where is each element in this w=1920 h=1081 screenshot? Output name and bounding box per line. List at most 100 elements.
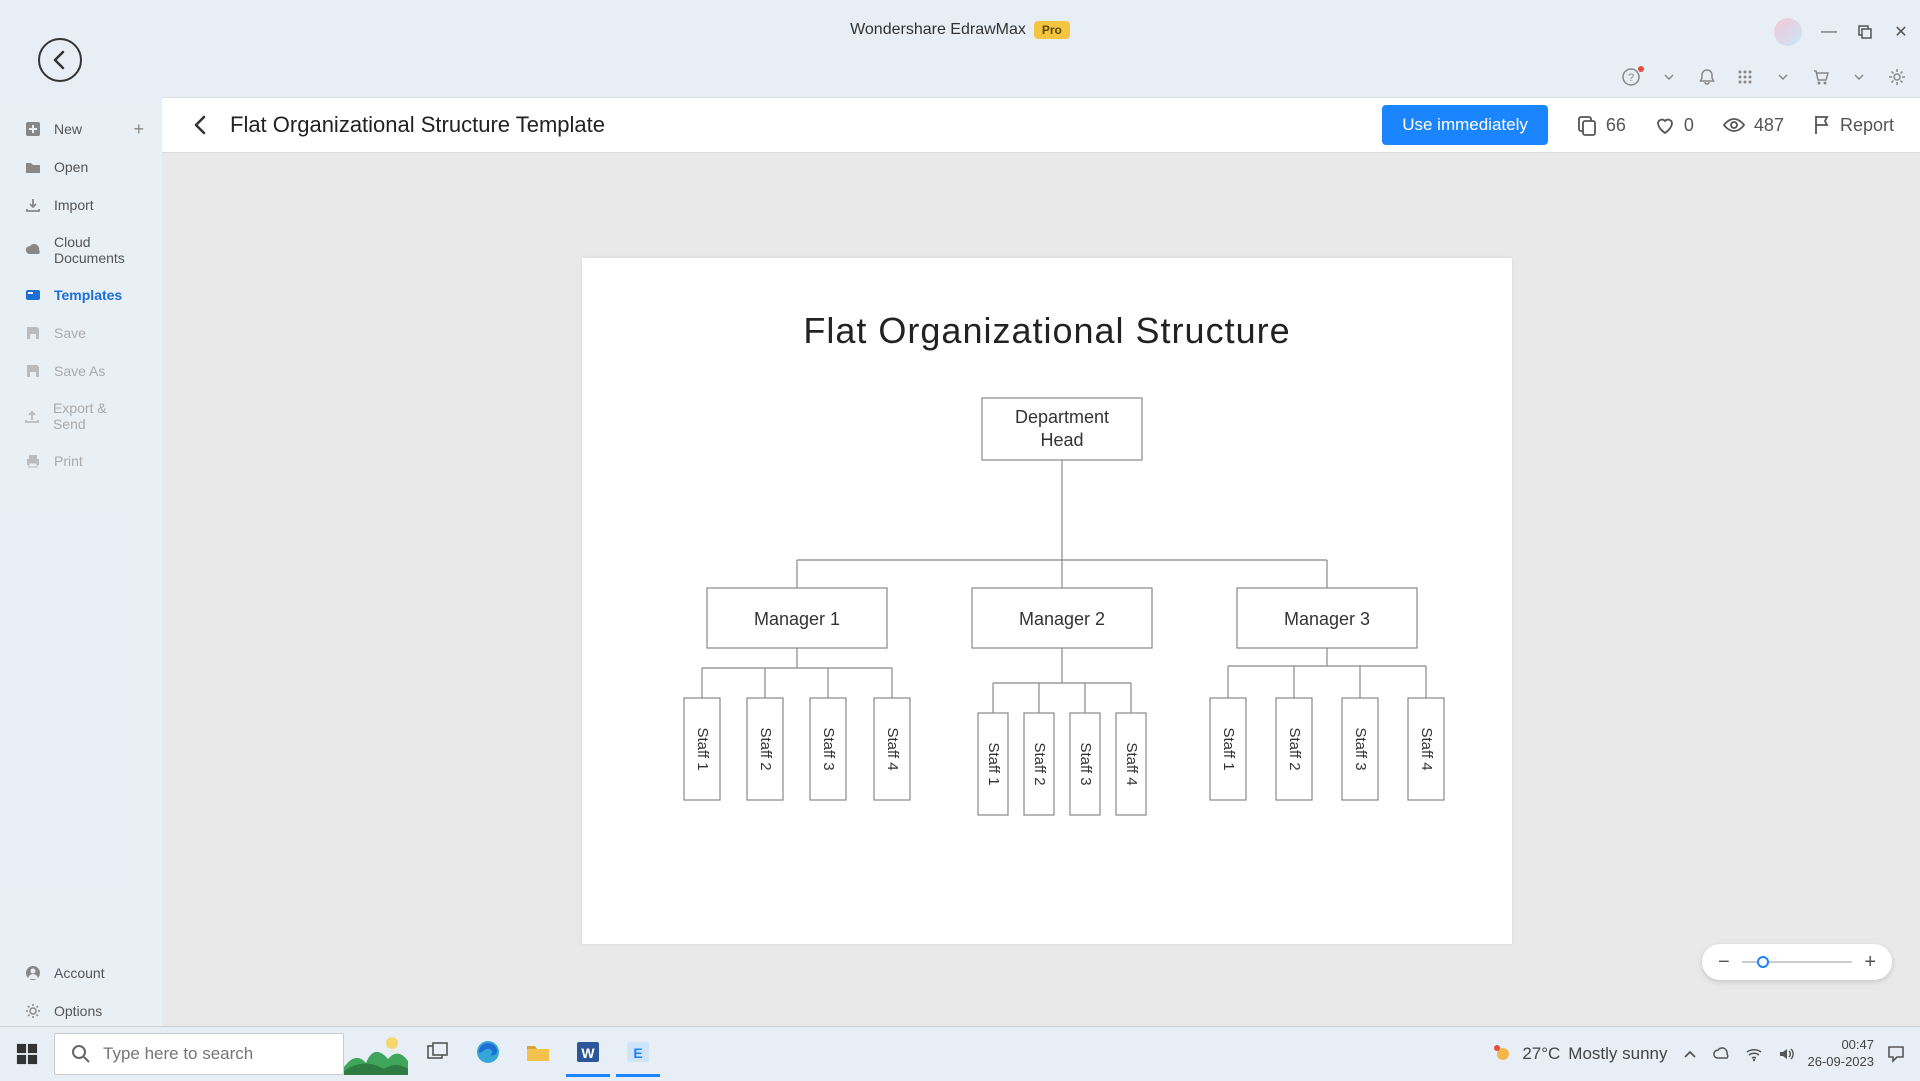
action-center-icon[interactable] (1886, 1044, 1906, 1064)
weather-widget[interactable]: 27°C Mostly sunny (1492, 1043, 1667, 1065)
heart-icon (1654, 114, 1676, 136)
header-tool-icons: ? (1622, 68, 1906, 86)
copies-stat[interactable]: 66 (1576, 114, 1626, 136)
plus-icon[interactable]: + (133, 119, 144, 140)
zoom-slider[interactable] (1742, 961, 1853, 963)
sidebar-item-open[interactable]: Open (0, 148, 162, 186)
sidebar-item-label: New (54, 121, 82, 137)
chevron-down-icon[interactable] (1660, 68, 1678, 86)
zoom-in-button[interactable]: + (1864, 951, 1876, 974)
task-view-button[interactable] (416, 1031, 460, 1077)
sidebar-item-export: Export & Send (0, 390, 162, 442)
svg-text:Staff 2: Staff 2 (1031, 742, 1048, 785)
org-chart-title: Flat Organizational Structure (582, 310, 1512, 352)
help-icon[interactable]: ? (1622, 68, 1640, 86)
print-icon (24, 452, 42, 470)
svg-text:Staff 2: Staff 2 (1286, 727, 1303, 770)
sidebar-item-label: Options (54, 1003, 102, 1019)
windows-icon (16, 1043, 38, 1065)
sidebar-item-label: Print (54, 453, 83, 469)
svg-text:Staff 3: Staff 3 (1352, 727, 1369, 770)
templates-icon (24, 286, 42, 304)
scenery-icon (344, 1033, 408, 1075)
report-button[interactable]: Report (1812, 114, 1894, 136)
likes-stat[interactable]: 0 (1654, 114, 1694, 136)
chevron-left-icon[interactable] (188, 113, 212, 137)
sidebar-item-print: Print (0, 442, 162, 480)
sidebar-item-label: Save As (54, 363, 105, 379)
sidebar-item-saveas: Save As (0, 352, 162, 390)
gear-icon[interactable] (1888, 68, 1906, 86)
user-avatar[interactable] (1774, 18, 1802, 46)
svg-text:Manager 2: Manager 2 (1019, 609, 1105, 629)
edrawmax-app-icon[interactable]: E (616, 1031, 660, 1077)
svg-text:Department: Department (1015, 407, 1109, 427)
account-icon (24, 964, 42, 982)
use-immediately-button[interactable]: Use immediately (1382, 105, 1548, 145)
clock-time: 00:47 (1808, 1037, 1875, 1053)
cart-icon[interactable] (1812, 68, 1830, 86)
close-button[interactable]: ✕ (1892, 23, 1910, 41)
back-button[interactable] (38, 38, 82, 82)
views-stat[interactable]: 487 (1722, 114, 1784, 136)
tray-chevron-up-icon[interactable] (1680, 1044, 1700, 1064)
sidebar-item-new[interactable]: New + (0, 110, 162, 148)
flag-icon (1812, 114, 1832, 136)
copy-icon (1576, 114, 1598, 136)
svg-text:Head: Head (1040, 430, 1083, 450)
title-bar: Wondershare EdrawMax Pro — ✕ (0, 0, 1920, 59)
sidebar-item-label: Templates (54, 287, 122, 303)
word-app-icon[interactable]: W (566, 1031, 610, 1077)
svg-text:E: E (633, 1045, 642, 1061)
volume-icon[interactable] (1776, 1044, 1796, 1064)
taskbar: W E 27°C Mostly sunny 00:47 26-09-2023 (0, 1026, 1920, 1080)
app-name: Wondershare EdrawMax (850, 21, 1026, 39)
zoom-control[interactable]: − + (1702, 944, 1892, 980)
folder-icon (24, 158, 42, 176)
svg-text:W: W (581, 1045, 595, 1061)
svg-text:?: ? (1628, 72, 1634, 84)
sidebar-item-account[interactable]: Account (0, 954, 162, 992)
sidebar-item-label: Open (54, 159, 88, 175)
sidebar-item-options[interactable]: Options (0, 992, 162, 1030)
svg-text:Staff 1: Staff 1 (694, 727, 711, 770)
taskbar-search[interactable] (54, 1033, 344, 1075)
system-clock[interactable]: 00:47 26-09-2023 (1808, 1037, 1875, 1070)
sidebar-item-label: Export & Send (53, 400, 138, 432)
apps-icon[interactable] (1736, 68, 1754, 86)
sidebar-item-label: Cloud Documents (54, 234, 138, 266)
weather-text: Mostly sunny (1568, 1044, 1667, 1064)
canvas-area: Flat Organizational Structure Department… (162, 153, 1920, 1040)
clock-date: 26-09-2023 (1808, 1054, 1875, 1070)
chevron-down-icon-3[interactable] (1850, 68, 1868, 86)
zoom-out-button[interactable]: − (1718, 951, 1730, 974)
likes-count: 0 (1684, 115, 1694, 136)
gear-icon (24, 1002, 42, 1020)
zoom-handle[interactable] (1757, 956, 1769, 968)
wifi-icon[interactable] (1744, 1044, 1764, 1064)
svg-text:Staff 3: Staff 3 (820, 727, 837, 770)
bell-icon[interactable] (1698, 68, 1716, 86)
template-header: Flat Organizational Structure Template U… (162, 97, 1920, 153)
file-explorer-icon[interactable] (516, 1031, 560, 1077)
svg-text:Staff 4: Staff 4 (1123, 742, 1140, 785)
onedrive-icon[interactable] (1712, 1044, 1732, 1064)
sidebar-item-cloud[interactable]: Cloud Documents (0, 224, 162, 276)
maximize-button[interactable] (1856, 23, 1874, 41)
weather-temp: 27°C (1522, 1044, 1560, 1064)
start-button[interactable] (0, 1027, 54, 1081)
svg-text:Staff 4: Staff 4 (884, 727, 901, 770)
sidebar-item-templates[interactable]: Templates (0, 276, 162, 314)
search-input[interactable] (103, 1044, 327, 1064)
search-icon (71, 1044, 91, 1064)
report-label: Report (1840, 115, 1894, 136)
svg-text:Staff 4: Staff 4 (1418, 727, 1435, 770)
page-title: Flat Organizational Structure Template (230, 112, 605, 138)
sidebar-item-import[interactable]: Import (0, 186, 162, 224)
chevron-down-icon-2[interactable] (1774, 68, 1792, 86)
edge-app-icon[interactable] (466, 1031, 510, 1077)
sidebar-item-label: Account (54, 965, 105, 981)
sidebar-item-label: Save (54, 325, 86, 341)
export-icon (24, 407, 41, 425)
minimize-button[interactable]: — (1820, 23, 1838, 41)
